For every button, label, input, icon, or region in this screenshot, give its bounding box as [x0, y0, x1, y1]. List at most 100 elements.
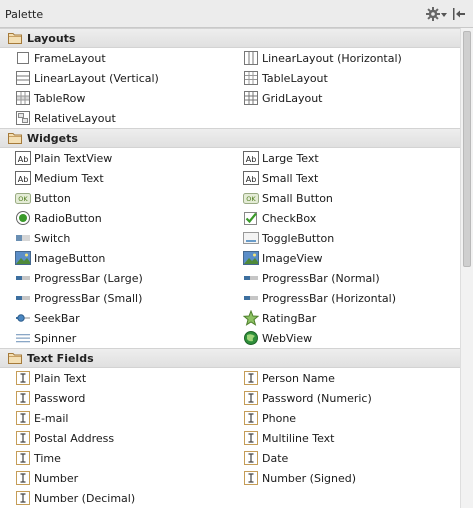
palette-item-number-decimal[interactable]: Number (Decimal): [15, 488, 243, 508]
palette-item-ratingbar[interactable]: RatingBar: [243, 308, 460, 328]
folder-icon: [8, 352, 22, 364]
category-header-text-fields[interactable]: Text Fields: [0, 348, 460, 368]
category-header-widgets[interactable]: Widgets: [0, 128, 460, 148]
textview-icon: Ab: [15, 170, 31, 186]
palette-item-label: Spinner: [34, 332, 77, 345]
palette-item-label: RelativeLayout: [34, 112, 116, 125]
panel-title: Palette: [5, 8, 44, 21]
palette-item-linearlayout-vertical[interactable]: LinearLayout (Vertical): [15, 68, 243, 88]
scrollbar-thumb[interactable]: [463, 31, 471, 267]
palette-item-relativelayout[interactable]: RelativeLayout: [15, 108, 243, 128]
palette-item-person-name[interactable]: Person Name: [243, 368, 460, 388]
palette-item-label: Password: [34, 392, 86, 405]
palette-item-plain-text[interactable]: Plain Text: [15, 368, 243, 388]
palette-item-time[interactable]: Time: [15, 448, 243, 468]
chevron-down-icon[interactable]: [441, 13, 447, 17]
svg-text:Ab: Ab: [18, 155, 29, 164]
palette-item-label: WebView: [262, 332, 313, 345]
palette-item-medium-text[interactable]: Ab Medium Text: [15, 168, 243, 188]
textfield-icon: [243, 430, 259, 446]
palette-item-large-text[interactable]: Ab Large Text: [243, 148, 460, 168]
palette-item-radiobutton[interactable]: RadioButton: [15, 208, 243, 228]
palette-item-number-signed[interactable]: Number (Signed): [243, 468, 460, 488]
palette-item-framelayout[interactable]: FrameLayout: [15, 48, 243, 68]
palette-item-date[interactable]: Date: [243, 448, 460, 468]
textfield-icon: [243, 390, 259, 406]
palette-item-phone[interactable]: Phone: [243, 408, 460, 428]
palette-item-label: Number (Decimal): [34, 492, 136, 505]
palette-item-label: Switch: [34, 232, 71, 245]
textfield-icon: [15, 490, 31, 506]
hide-panel-icon[interactable]: [452, 7, 466, 21]
progress-icon: [15, 270, 31, 286]
progress-icon: [243, 270, 259, 286]
palette-item-label: Password (Numeric): [262, 392, 372, 405]
palette-item-progressbar-small[interactable]: ProgressBar (Small): [15, 288, 243, 308]
palette-item-label: ProgressBar (Normal): [262, 272, 380, 285]
palette-item-label: SeekBar: [34, 312, 80, 325]
palette-item-linearlayout-horizontal[interactable]: LinearLayout (Horizontal): [243, 48, 460, 68]
palette-item-label: Small Text: [262, 172, 319, 185]
textfield-icon: [15, 430, 31, 446]
palette-item-postal-address[interactable]: Postal Address: [15, 428, 243, 448]
palette-item-password[interactable]: Password: [15, 388, 243, 408]
palette-item-tablerow[interactable]: TableRow: [15, 88, 243, 108]
palette-item-label: E-mail: [34, 412, 69, 425]
palette-item-progressbar-large[interactable]: ProgressBar (Large): [15, 268, 243, 288]
palette-item-webview[interactable]: WebView: [243, 328, 460, 348]
textview-icon: Ab: [243, 150, 259, 166]
palette-item-togglebutton[interactable]: ToggleButton: [243, 228, 460, 248]
palette-item-label: TableRow: [34, 92, 86, 105]
palette-item-small-button[interactable]: OK Small Button: [243, 188, 460, 208]
palette-item-gridlayout[interactable]: GridLayout: [243, 88, 460, 108]
palette-item-plain-textview[interactable]: Ab Plain TextView: [15, 148, 243, 168]
palette-item-label: CheckBox: [262, 212, 317, 225]
palette-item-switch[interactable]: Switch: [15, 228, 243, 248]
textfield-icon: [15, 450, 31, 466]
folder-icon: [8, 132, 22, 144]
palette-item-label: Large Text: [262, 152, 319, 165]
palette-item-label: LinearLayout (Horizontal): [262, 52, 402, 65]
gear-icon[interactable]: [425, 6, 441, 22]
palette-item-multiline-text[interactable]: Multiline Text: [243, 428, 460, 448]
textview-icon: Ab: [243, 170, 259, 186]
palette-item-checkbox[interactable]: CheckBox: [243, 208, 460, 228]
progress-icon: [243, 290, 259, 306]
palette-item-progressbar-normal[interactable]: ProgressBar (Normal): [243, 268, 460, 288]
webview-icon: [243, 330, 259, 346]
image-icon: [15, 250, 31, 266]
textfield-icon: [15, 370, 31, 386]
palette-item-spinner[interactable]: Spinner: [15, 328, 243, 348]
palette-item-progressbar-horizontal[interactable]: ProgressBar (Horizontal): [243, 288, 460, 308]
table-row-icon: [15, 90, 31, 106]
palette-item-seekbar[interactable]: SeekBar: [15, 308, 243, 328]
textfield-icon: [15, 410, 31, 426]
spinner-icon: [15, 330, 31, 346]
category-header-layouts[interactable]: Layouts: [0, 28, 460, 48]
palette-item-label: ProgressBar (Horizontal): [262, 292, 396, 305]
button-icon: OK: [243, 190, 259, 206]
table-layout-icon: [243, 70, 259, 86]
palette-item-imageview[interactable]: ImageView: [243, 248, 460, 268]
svg-text:Ab: Ab: [18, 175, 29, 184]
palette-item-e-mail[interactable]: E-mail: [15, 408, 243, 428]
palette-item-label: Multiline Text: [262, 432, 335, 445]
palette-item-imagebutton[interactable]: ImageButton: [15, 248, 243, 268]
palette-item-tablelayout[interactable]: TableLayout: [243, 68, 460, 88]
palette-item-label: ImageButton: [34, 252, 106, 265]
vertical-scrollbar[interactable]: [460, 28, 473, 508]
palette-item-small-text[interactable]: Ab Small Text: [243, 168, 460, 188]
palette-item-label: Postal Address: [34, 432, 115, 445]
palette-item-label: ProgressBar (Large): [34, 272, 143, 285]
palette-item-label: Medium Text: [34, 172, 104, 185]
palette-item-number[interactable]: Number: [15, 468, 243, 488]
palette-item-label: GridLayout: [262, 92, 323, 105]
palette-item-password-numeric[interactable]: Password (Numeric): [243, 388, 460, 408]
frame-layout-icon: [15, 50, 31, 66]
linear-layout-vertical-icon: [15, 70, 31, 86]
palette-item-button[interactable]: OK Button: [15, 188, 243, 208]
palette-list: Layouts FrameLayout LinearLayout (Horizont…: [0, 28, 460, 508]
palette-item-label: Person Name: [262, 372, 335, 385]
palette-item-label: LinearLayout (Vertical): [34, 72, 159, 85]
palette-item-label: RatingBar: [262, 312, 317, 325]
